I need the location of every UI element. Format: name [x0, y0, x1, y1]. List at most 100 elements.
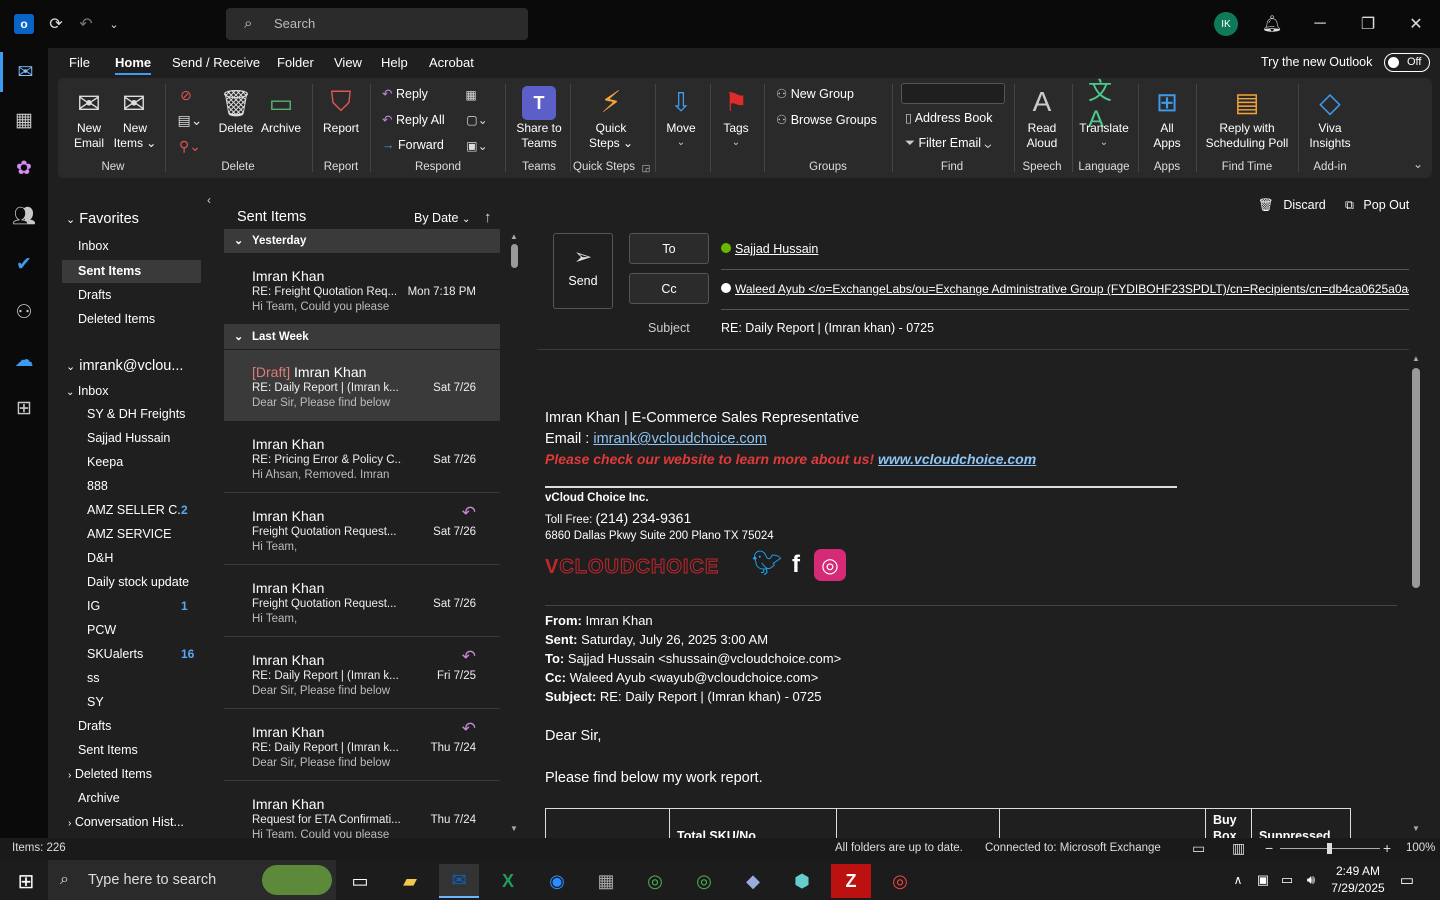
- undo-icon[interactable]: ↶: [76, 14, 96, 34]
- subfolder-item[interactable]: AMZ SELLER C... 2: [87, 500, 197, 520]
- taskbar-search[interactable]: ⌕ Type here to search: [48, 860, 336, 900]
- clock[interactable]: 2:49 AM 7/29/2025: [1330, 863, 1386, 897]
- bell-icon[interactable]: 🔔︎: [1262, 14, 1282, 34]
- all-apps-button[interactable]: All Apps: [1144, 121, 1190, 151]
- subfolder-item[interactable]: AMZ SERVICE: [87, 524, 197, 544]
- subfolder-item[interactable]: SY & DH Freights: [87, 404, 197, 424]
- sort-dropdown[interactable]: By Date ⌄: [414, 211, 470, 225]
- sort-direction-icon[interactable]: ↑: [484, 209, 492, 226]
- subfolder-item[interactable]: PCW: [87, 620, 197, 640]
- subfolder-item[interactable]: Keepa: [87, 452, 197, 472]
- tab-folder[interactable]: Folder: [277, 55, 314, 75]
- app2-icon[interactable]: ⬢: [782, 864, 822, 898]
- display-icon[interactable]: ▭: [1278, 870, 1296, 890]
- subfolder-item[interactable]: 888: [87, 476, 197, 496]
- list-scrollbar[interactable]: ▲ ▼: [508, 230, 520, 836]
- restore-icon[interactable]: ❐: [1358, 14, 1378, 34]
- apps-icon[interactable]: ⊞: [0, 388, 48, 428]
- subfolder-item[interactable]: SY: [87, 692, 197, 712]
- more-respond-icon[interactable]: ▣⌄: [462, 137, 492, 155]
- cc-button[interactable]: Cc: [629, 273, 709, 304]
- to-recipient[interactable]: Sajjad Hussain: [735, 242, 818, 256]
- website-link[interactable]: www.vcloudchoice.com: [878, 451, 1036, 467]
- group-header-last-week[interactable]: ⌄ Last Week: [224, 325, 500, 349]
- tab-home[interactable]: Home: [115, 55, 152, 75]
- move-button[interactable]: Move: [660, 121, 702, 136]
- facebook-icon[interactable]: f: [788, 550, 804, 580]
- search-people-input[interactable]: [901, 83, 1005, 104]
- folder-drafts-fav[interactable]: Drafts: [78, 285, 111, 305]
- report-button[interactable]: Report: [318, 121, 364, 136]
- browse-groups-button[interactable]: ⚇ Browse Groups: [776, 112, 877, 127]
- instagram-icon[interactable]: ◎: [814, 549, 846, 581]
- folder-sent-fav[interactable]: Sent Items: [78, 261, 141, 281]
- chrome-profile-icon[interactable]: ◎: [684, 864, 724, 898]
- share-to-teams-button[interactable]: Share to Teams: [510, 121, 568, 151]
- discard-button[interactable]: 🗑︎ Discard: [1258, 198, 1326, 213]
- list-item[interactable]: Imran Khan RE: Daily Report | (Imran k...…: [224, 638, 500, 709]
- list-item[interactable]: Imran Khan Request for ETA Confirmati... H…: [224, 782, 500, 838]
- scroll-thumb[interactable]: [511, 244, 518, 268]
- new-email-button[interactable]: New Email: [66, 121, 112, 151]
- filter-email-button[interactable]: ⏷ Filter Email ⌄: [905, 136, 991, 151]
- reply-all-button[interactable]: ↶ Reply All: [382, 112, 445, 127]
- tab-acrobat[interactable]: Acrobat: [429, 55, 474, 75]
- scroll-down-icon[interactable]: ▼: [1410, 822, 1422, 834]
- zoom-thumb[interactable]: [1327, 843, 1332, 854]
- quick-steps-button[interactable]: Quick Steps ⌄: [584, 121, 638, 151]
- outlook-taskbar-icon[interactable]: ✉: [439, 864, 479, 898]
- excel-icon[interactable]: X: [488, 864, 528, 898]
- task-view-icon[interactable]: ▭: [340, 864, 380, 898]
- calculator-icon[interactable]: ▦: [586, 864, 626, 898]
- subfolder-item[interactable]: Daily stock update: [87, 572, 197, 592]
- folder-deleted[interactable]: › Deleted Items: [68, 764, 152, 784]
- people-icon[interactable]: 👥︎: [0, 196, 48, 236]
- calendar-icon[interactable]: ▦: [0, 100, 48, 140]
- folder-sent[interactable]: Sent Items: [78, 740, 138, 760]
- reply-button[interactable]: ↶ Reply: [382, 86, 428, 101]
- filezilla-icon[interactable]: Z: [831, 864, 871, 898]
- network-icon[interactable]: ▣: [1254, 870, 1272, 890]
- notifications-icon[interactable]: ▭: [1396, 870, 1418, 890]
- dialog-launcher-icon[interactable]: ◲: [640, 162, 652, 174]
- junk-icon[interactable]: ⚲⌄: [176, 137, 204, 155]
- copilot-icon[interactable]: ✿: [0, 148, 48, 188]
- list-item[interactable]: Imran Khan RE: Pricing Error & Policy C..…: [224, 422, 500, 493]
- sync-icon[interactable]: ⟳: [46, 14, 66, 34]
- mail-icon[interactable]: ✉: [0, 52, 48, 92]
- avatar[interactable]: IK: [1214, 12, 1238, 36]
- account-header[interactable]: ⌄ imrank@vclou...: [66, 358, 183, 374]
- list-item[interactable]: Imran Khan Freight Quotation Request... Hi…: [224, 494, 500, 565]
- chrome-app-icon[interactable]: ◎: [880, 864, 920, 898]
- read-aloud-button[interactable]: Read Aloud: [1018, 121, 1066, 151]
- normal-view-icon[interactable]: ▭: [1192, 840, 1205, 857]
- favorites-header[interactable]: ⌄ Favorites: [66, 211, 139, 227]
- ribbon-expand-icon[interactable]: ⌄: [1410, 156, 1426, 172]
- subfolder-item[interactable]: IG 1: [87, 596, 197, 616]
- todo-icon[interactable]: ✔: [0, 244, 48, 284]
- folder-conversation-history[interactable]: › Conversation Hist...: [68, 812, 184, 832]
- cc-field[interactable]: Waleed Ayub </o=ExchangeLabs/ou=Exchange…: [721, 282, 1409, 310]
- show-hidden-icons[interactable]: ∧: [1230, 870, 1246, 890]
- tab-send-receive[interactable]: Send / Receive: [172, 55, 260, 75]
- app-icon[interactable]: ◆: [733, 864, 773, 898]
- zoom-out-icon[interactable]: −: [1265, 840, 1273, 856]
- compose-scrollbar[interactable]: ▲ ▼: [1410, 352, 1422, 836]
- scroll-down-icon[interactable]: ▼: [508, 822, 520, 834]
- translate-dropdown-icon[interactable]: ⌄: [1095, 136, 1113, 148]
- reading-view-icon[interactable]: ▥: [1232, 840, 1245, 857]
- volume-icon[interactable]: 🔊︎: [1302, 870, 1320, 890]
- tab-help[interactable]: Help: [381, 55, 408, 75]
- list-item[interactable]: Imran Khan RE: Daily Report | (Imran k...…: [224, 710, 500, 781]
- to-field[interactable]: Sajjad Hussain: [721, 242, 1409, 270]
- folder-deleted-fav[interactable]: Deleted Items: [78, 309, 155, 329]
- scroll-thumb[interactable]: [1412, 368, 1420, 588]
- viva-insights-button[interactable]: Viva Insights: [1304, 121, 1356, 151]
- twitter-icon[interactable]: 🐦︎: [752, 550, 782, 577]
- im-reply-icon[interactable]: ▢⌄: [462, 111, 492, 129]
- scroll-up-icon[interactable]: ▲: [508, 230, 520, 242]
- zoom-slider[interactable]: [1280, 843, 1380, 854]
- archive-button[interactable]: Archive: [258, 121, 304, 136]
- reply-scheduling-poll-button[interactable]: Reply with Scheduling Poll: [1202, 121, 1292, 151]
- onedrive-icon[interactable]: ☁: [0, 340, 48, 380]
